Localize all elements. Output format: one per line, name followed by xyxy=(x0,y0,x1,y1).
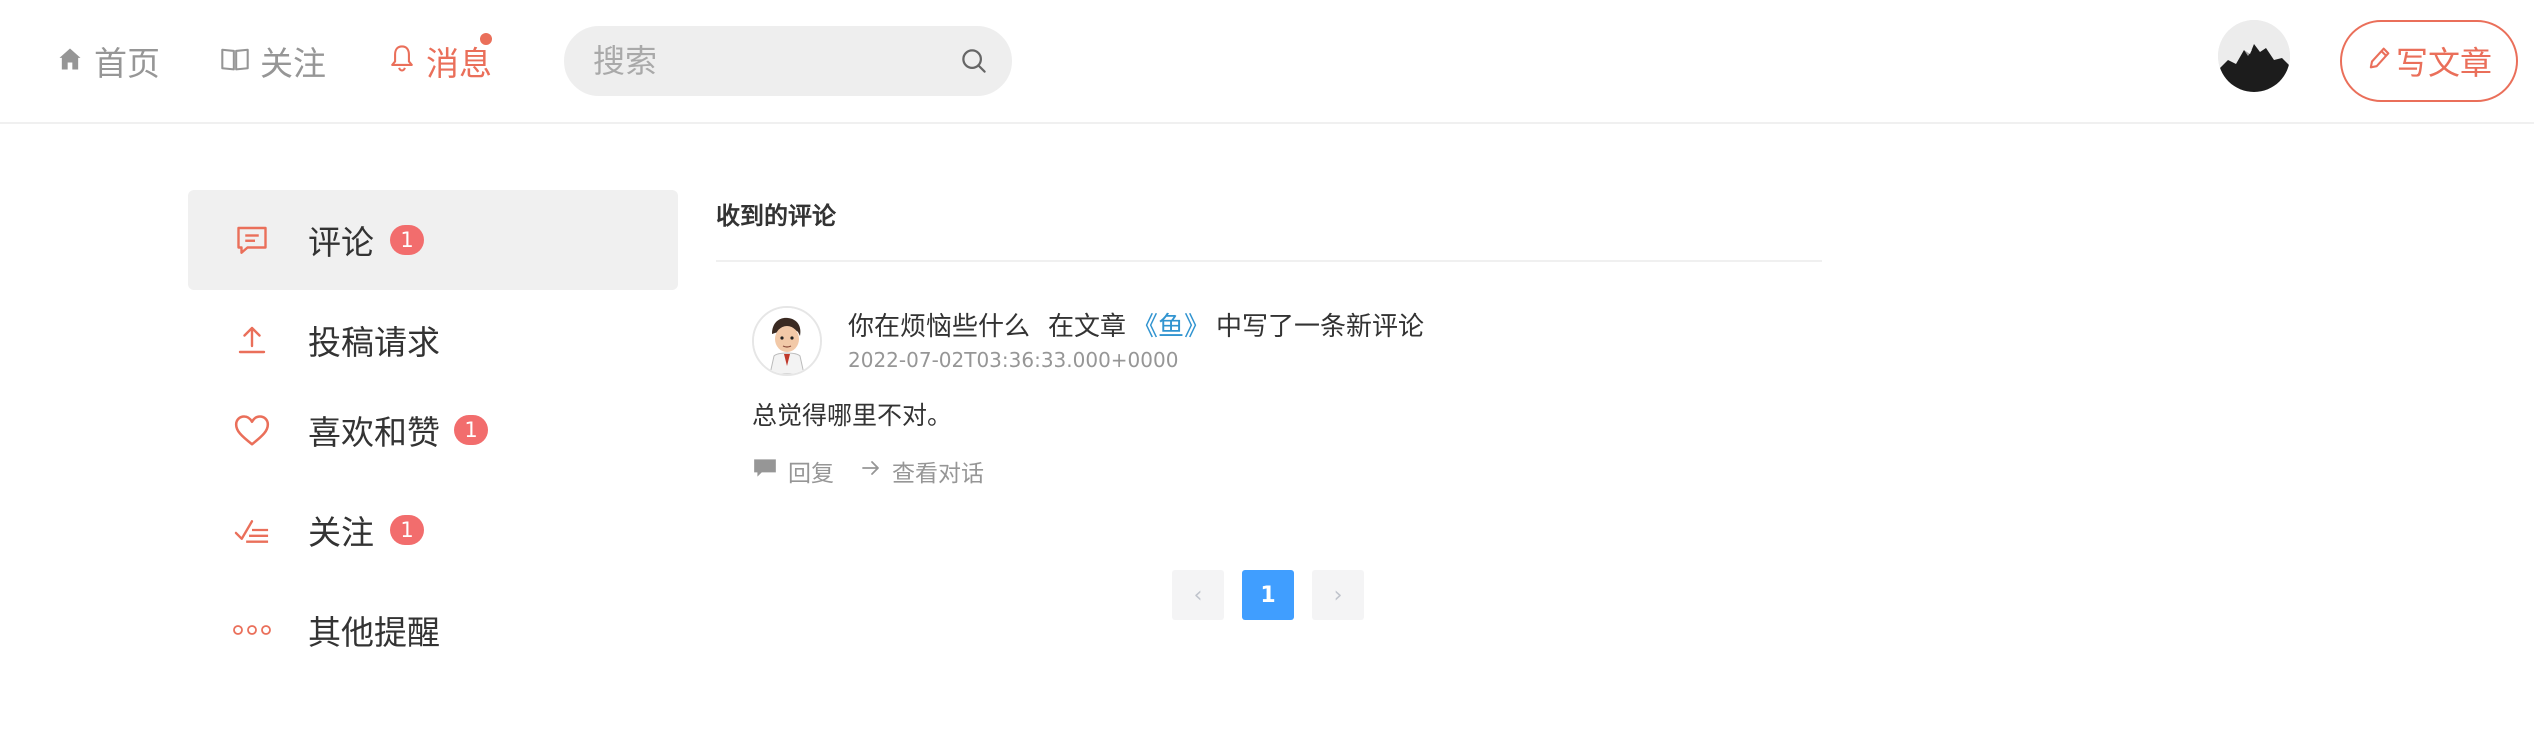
view-conversation-label: 查看对话 xyxy=(892,461,984,487)
unread-count-badge: 1 xyxy=(390,225,424,255)
comment-icon xyxy=(232,220,272,260)
checklist-icon xyxy=(232,510,272,550)
sidebar-item-label: 关注 xyxy=(308,513,374,552)
next-page-button[interactable]: › xyxy=(1312,570,1364,620)
comment-timestamp: 2022-07-02T03:36:33.000+0000 xyxy=(848,348,1179,372)
unread-count-badge: 1 xyxy=(454,415,488,445)
comment-actions: 回复 查看对话 xyxy=(752,454,1010,488)
book-icon xyxy=(220,42,260,81)
pencil-icon xyxy=(2366,42,2396,80)
page-number-button[interactable]: 1 xyxy=(1242,570,1294,620)
nav-follow-link[interactable]: 关注 xyxy=(220,36,326,86)
unread-count-badge: 1 xyxy=(390,515,424,545)
commenter-avatar[interactable] xyxy=(752,306,822,376)
search-box xyxy=(564,26,1012,96)
user-avatar[interactable] xyxy=(2218,20,2290,92)
sidebar-item-label: 评论 xyxy=(308,223,374,262)
page-title: 收到的评论 xyxy=(716,202,836,230)
speech-bubble-icon xyxy=(752,456,788,486)
heart-icon xyxy=(232,410,272,450)
commenter-name-link[interactable]: 你在烦恼些什么 xyxy=(848,312,1030,342)
sidebar-item-submissions[interactable]: 投稿请求 xyxy=(188,290,678,390)
sidebar-item-comments[interactable]: 评论 1 xyxy=(188,190,678,290)
article-title-link[interactable]: 《鱼》 xyxy=(1132,312,1210,342)
sidebar-item-label: 其他提醒 xyxy=(308,613,440,652)
search-icon[interactable] xyxy=(955,42,993,80)
comment-content: 总觉得哪里不对。 xyxy=(752,401,953,430)
view-conversation-button[interactable]: 查看对话 xyxy=(860,454,984,488)
arrow-right-icon xyxy=(860,457,892,485)
top-navbar: 首页 关注 消息 写文章 xyxy=(0,0,2534,124)
nav-home-label: 首页 xyxy=(94,44,160,83)
home-icon xyxy=(56,42,94,81)
comment-action-suffix: 中写了一条新评论 xyxy=(1216,312,1425,342)
divider xyxy=(716,260,1822,262)
reply-label: 回复 xyxy=(788,461,834,487)
bell-icon xyxy=(388,42,426,81)
comment-header: 你在烦恼些什么 在文章 《鱼》 中写了一条新评论 xyxy=(848,306,1424,343)
more-dots-icon xyxy=(232,610,272,650)
nav-follow-label: 关注 xyxy=(260,44,326,83)
sidebar-item-other[interactable]: 其他提醒 xyxy=(188,580,678,680)
write-article-label: 写文章 xyxy=(2395,44,2492,82)
write-article-button[interactable]: 写文章 xyxy=(2340,20,2518,102)
sidebar-item-follows[interactable]: 关注 1 xyxy=(188,480,678,580)
nav-home-link[interactable]: 首页 xyxy=(56,36,160,86)
unread-dot xyxy=(480,33,492,45)
sidebar-item-likes[interactable]: 喜欢和赞 1 xyxy=(188,380,678,480)
reply-button[interactable]: 回复 xyxy=(752,454,834,488)
sidebar-item-label: 投稿请求 xyxy=(308,323,440,362)
comment-action-prefix: 在文章 xyxy=(1048,312,1127,342)
sidebar-item-label: 喜欢和赞 xyxy=(308,413,440,452)
upload-icon xyxy=(232,320,272,360)
nav-messages-link[interactable]: 消息 xyxy=(388,36,492,86)
prev-page-button[interactable]: ‹ xyxy=(1172,570,1224,620)
pagination: ‹ 1 › xyxy=(1172,570,1382,620)
search-input[interactable] xyxy=(593,27,933,95)
